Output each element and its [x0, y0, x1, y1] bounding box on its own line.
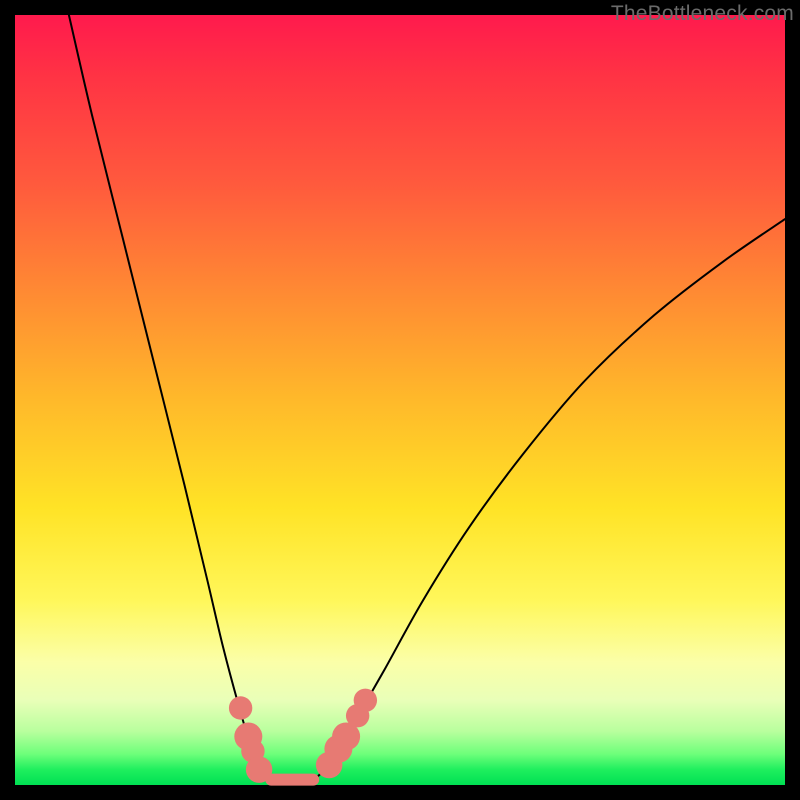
- chart-svg: [15, 15, 785, 785]
- chart-frame: [15, 15, 785, 785]
- watermark-text: TheBottleneck.com: [611, 2, 794, 26]
- data-marker: [246, 756, 272, 782]
- series-right-branch: [315, 219, 785, 779]
- data-marker: [354, 689, 377, 712]
- valley-floor-pill: [265, 774, 319, 786]
- series-left-branch: [69, 15, 269, 779]
- data-marker: [229, 696, 252, 719]
- markers-group: [229, 689, 377, 783]
